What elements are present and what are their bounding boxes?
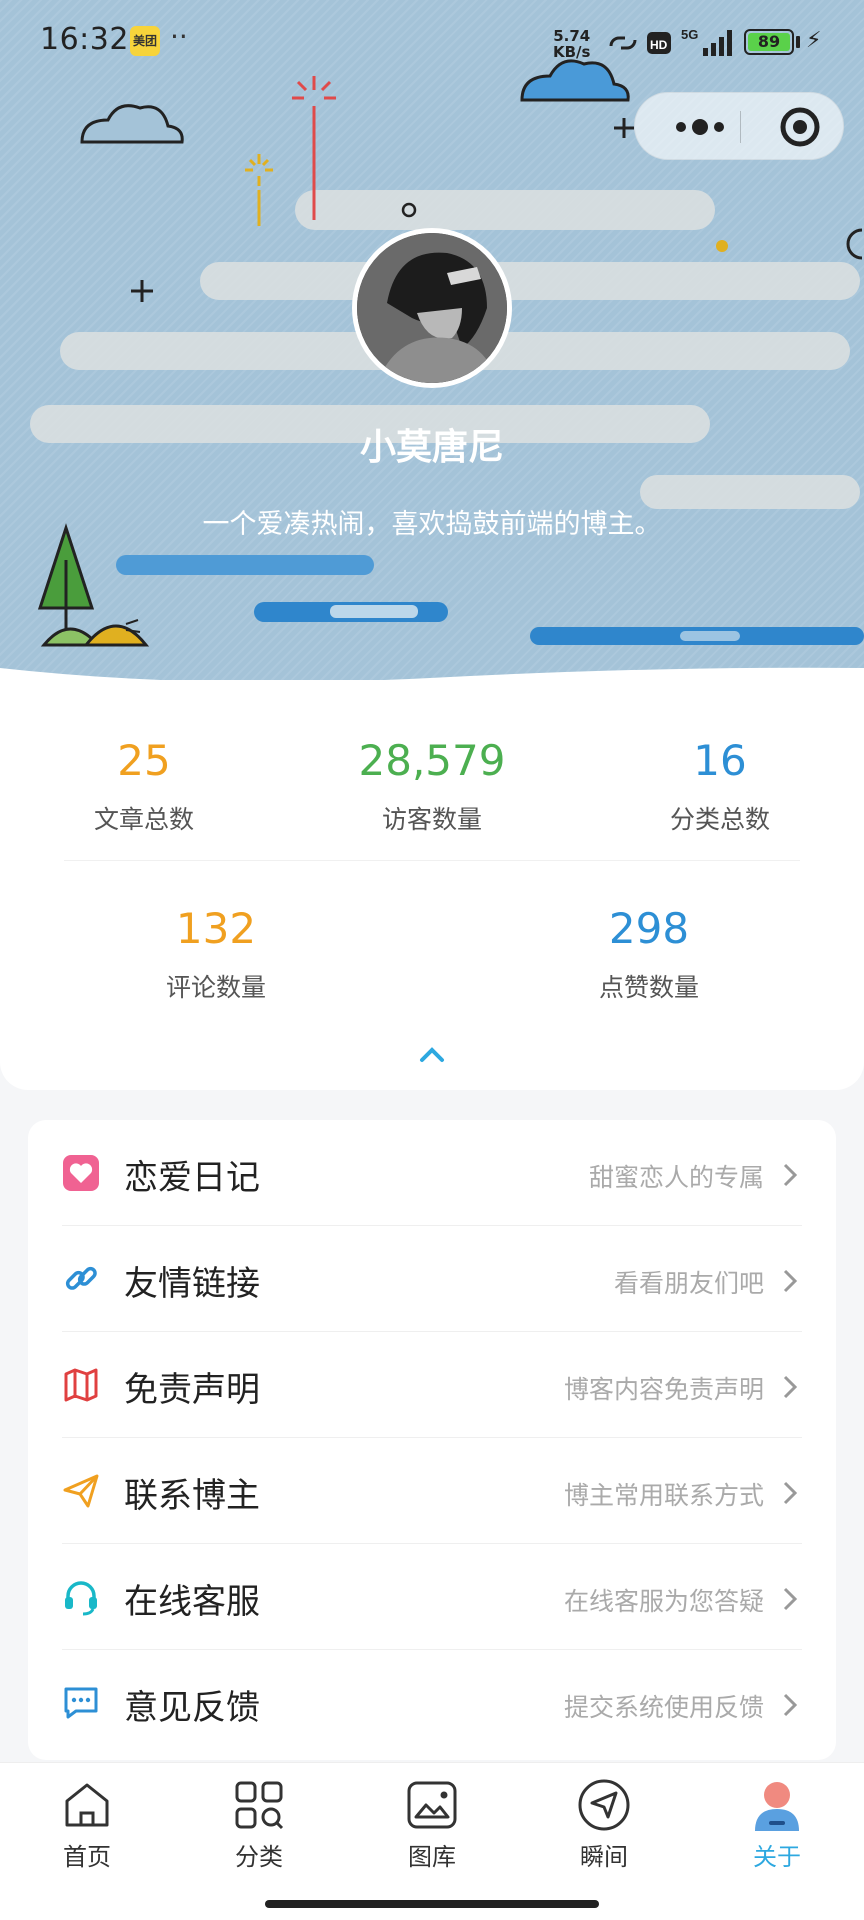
miniprogram-capsule: [634, 92, 844, 160]
battery-level: 89: [748, 33, 790, 51]
target-circle-icon[interactable]: [770, 93, 830, 161]
stat-label: 评论数量: [165, 973, 266, 1002]
home-icon: [65, 1783, 109, 1827]
stats-card: 25 文章总数 28,579 访客数量 16 分类总数 132 评论数量 298…: [0, 680, 864, 1090]
stat-likes[interactable]: 298 点赞数量: [505, 904, 793, 1004]
stat-label: 分类总数: [669, 805, 770, 834]
menu-item-love-diary[interactable]: 恋爱日记 甜蜜恋人的专属: [28, 1120, 836, 1226]
status-time: 16:32: [40, 22, 129, 57]
grid-icon: [235, 1781, 284, 1830]
tab-moments[interactable]: 瞬间: [534, 1777, 674, 1872]
menu-desc: 甜蜜恋人的专属: [588, 1163, 764, 1192]
chevron-right-icon: [783, 1375, 798, 1399]
menu-item-contact[interactable]: 联系博主 博主常用联系方式: [28, 1438, 836, 1544]
profile-name: 小莫唐尼: [359, 427, 504, 468]
stat-value: 132: [175, 904, 257, 953]
chevron-right-icon: [783, 1269, 798, 1293]
profile-motto: 一个爱凑热闹，喜欢捣鼓前端的博主。: [202, 509, 662, 540]
chat-bubble-icon: [64, 1687, 98, 1719]
signal-icon: [703, 30, 732, 56]
chevron-right-icon: [783, 1163, 798, 1187]
battery-cap: [796, 36, 800, 48]
battery-icon: 89: [744, 29, 794, 55]
menu-desc: 在线客服为您答疑: [563, 1587, 764, 1616]
menu-desc: 提交系统使用反馈: [563, 1693, 764, 1722]
menu-title: 在线客服: [124, 1582, 260, 1622]
gallery-icon: [407, 1781, 457, 1829]
stat-value: 16: [693, 736, 747, 785]
headset-icon: [65, 1581, 97, 1616]
tab-category[interactable]: 分类: [189, 1777, 329, 1872]
home-indicator: [265, 1900, 599, 1908]
menu-item-feedback[interactable]: 意见反馈 提交系统使用反馈: [28, 1650, 836, 1756]
compass-send-icon: [578, 1779, 630, 1831]
stat-value: 298: [608, 904, 690, 953]
avatar-image: [357, 233, 507, 383]
stats-divider: [64, 860, 800, 861]
network-speed-unit: KB/s: [553, 43, 591, 61]
stat-articles[interactable]: 25 文章总数: [0, 736, 288, 836]
menu-title: 友情链接: [124, 1264, 260, 1304]
meituan-notification-icon: 美团: [130, 26, 160, 56]
chevron-right-icon: [783, 1693, 798, 1717]
stat-value: 25: [117, 736, 171, 785]
chevron-right-icon: [783, 1481, 798, 1505]
status-icons: HD 5G: [609, 27, 732, 56]
link-icon: [609, 36, 637, 50]
menu-desc: 看看朋友们吧: [613, 1269, 764, 1298]
tab-label: 首页: [63, 1843, 111, 1871]
chevron-up-icon[interactable]: [412, 1040, 452, 1070]
tab-label: 分类: [235, 1843, 283, 1871]
heart-icon: [63, 1155, 99, 1191]
avatar[interactable]: [352, 228, 512, 388]
stat-label: 点赞数量: [598, 973, 699, 1002]
chevron-right-icon: [783, 1587, 798, 1611]
tab-gallery[interactable]: 图库: [362, 1777, 502, 1872]
network-type: 5G: [681, 27, 698, 42]
more-notifications-indicator: ··: [170, 20, 188, 53]
hd-label: HD: [650, 38, 668, 52]
tab-label: 关于: [753, 1843, 801, 1871]
menu-desc: 博客内容免责声明: [563, 1375, 764, 1404]
more-dots-icon[interactable]: [665, 93, 735, 161]
menu-item-disclaimer[interactable]: 免责声明 博客内容免责声明: [28, 1332, 836, 1438]
network-speed: 5.74 KB/s: [553, 28, 590, 60]
menu-title: 联系博主: [124, 1476, 260, 1516]
menu-desc: 博主常用联系方式: [563, 1481, 764, 1510]
menu-item-online-service[interactable]: 在线客服 在线客服为您答疑: [28, 1544, 836, 1650]
network-speed-value: 5.74: [553, 27, 591, 45]
menu-item-friend-links[interactable]: 友情链接 看看朋友们吧: [28, 1226, 836, 1332]
stat-comments[interactable]: 132 评论数量: [72, 904, 360, 1004]
menu-list: 恋爱日记 甜蜜恋人的专属 友情链接 看看朋友们吧 免责声明 博客内容免责声明 联: [28, 1120, 836, 1760]
stat-label: 文章总数: [93, 805, 194, 834]
status-bar: 16:32 美团 ·· 5.74 KB/s HD 5G 89 ⚡: [0, 0, 864, 84]
tab-label: 瞬间: [580, 1843, 628, 1871]
charging-icon: ⚡: [806, 28, 822, 53]
user-avatar-icon: [755, 1782, 799, 1831]
bottom-tab-bar: 首页 分类 图库 瞬间 关于: [0, 1762, 864, 1920]
stat-value: 28,579: [358, 736, 506, 785]
link-icon: [65, 1266, 97, 1290]
tab-home[interactable]: 首页: [17, 1777, 157, 1872]
menu-title: 免责声明: [124, 1370, 260, 1410]
menu-title: 意见反馈: [124, 1688, 260, 1728]
capsule-divider: [740, 111, 741, 143]
tab-label: 图库: [408, 1843, 456, 1871]
stat-label: 访客数量: [381, 805, 482, 834]
stat-visitors[interactable]: 28,579 访客数量: [288, 736, 576, 836]
stat-categories[interactable]: 16 分类总数: [576, 736, 864, 836]
tab-about[interactable]: 关于: [707, 1777, 847, 1872]
menu-title: 恋爱日记: [124, 1158, 260, 1198]
paper-plane-icon: [63, 1474, 99, 1508]
map-book-icon: [64, 1368, 98, 1402]
